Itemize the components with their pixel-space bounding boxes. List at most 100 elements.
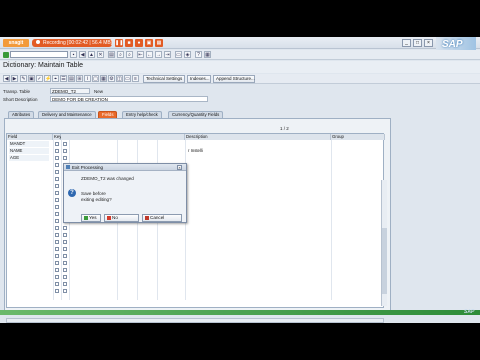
key-checkbox[interactable] [55, 184, 59, 188]
object-list-icon[interactable]: ☰ [60, 75, 67, 82]
grid-horizontal-scrollbar[interactable] [6, 318, 384, 323]
initial-checkbox[interactable] [63, 247, 67, 251]
table-row-field[interactable]: AGE [9, 155, 49, 161]
initial-checkbox[interactable] [63, 289, 67, 293]
key-checkbox[interactable] [55, 226, 59, 230]
initial-checkbox[interactable] [63, 142, 67, 146]
stop-icon[interactable]: ■ [125, 39, 133, 47]
cancel-button[interactable]: Cancel [142, 214, 182, 222]
yes-button[interactable]: Yes [81, 214, 101, 222]
table-row-field[interactable]: NAME [9, 148, 49, 154]
print-icon[interactable]: ▤ [108, 51, 115, 58]
transp-table-field[interactable]: ZDEMO_T2 [50, 88, 90, 94]
check-icon[interactable]: ✓ [36, 75, 43, 82]
initial-checkbox[interactable] [63, 261, 67, 265]
key-checkbox[interactable] [55, 247, 59, 251]
initial-checkbox[interactable] [63, 254, 67, 258]
display-object-icon[interactable]: ▢ [92, 75, 99, 82]
append-structure-button[interactable]: Append Structure... [213, 75, 255, 83]
key-checkbox[interactable] [55, 268, 59, 272]
exit-icon[interactable]: ▲ [88, 51, 95, 58]
key-checkbox[interactable] [55, 156, 59, 160]
mic-icon[interactable]: ● [135, 39, 143, 47]
table-row-field[interactable]: MANDT [9, 141, 49, 147]
tab-fields[interactable]: Fields [98, 111, 118, 118]
cancel-icon[interactable]: ✕ [97, 51, 104, 58]
dialog-close-button[interactable]: × [177, 165, 182, 170]
utilities-icon[interactable]: ⚙ [108, 75, 115, 82]
key-checkbox[interactable] [55, 261, 59, 265]
indexes-button[interactable]: Indexes... [187, 75, 211, 83]
contents-icon[interactable]: ▦ [100, 75, 107, 82]
grid-icon[interactable]: ▦ [155, 39, 163, 47]
info-icon[interactable]: i [84, 75, 91, 82]
tab-entry-help-check[interactable]: Entry help/check [122, 111, 162, 118]
display-change-icon[interactable]: ✎ [20, 75, 27, 82]
other-object-icon[interactable]: ▣ [28, 75, 35, 82]
hierarchy-icon[interactable]: ⊞ [76, 75, 83, 82]
key-checkbox[interactable] [55, 191, 59, 195]
column-header-group[interactable]: Group [331, 134, 385, 140]
key-checkbox[interactable] [55, 282, 59, 286]
activate-icon[interactable]: ⚡ [44, 75, 51, 82]
initial-checkbox[interactable] [63, 149, 67, 153]
column-header-key[interactable]: Key [53, 134, 61, 140]
key-checkbox[interactable] [55, 275, 59, 279]
next-page-icon[interactable]: → [155, 51, 162, 58]
navigation-icon[interactable]: ▤ [68, 75, 75, 82]
close-button[interactable]: × [424, 39, 433, 47]
pause-icon[interactable]: ❚❚ [115, 39, 123, 47]
initial-checkbox[interactable] [63, 275, 67, 279]
initial-checkbox[interactable] [63, 226, 67, 230]
last-page-icon[interactable]: ⇥ [164, 51, 171, 58]
back-icon[interactable]: ◀ [79, 51, 86, 58]
tab-attributes[interactable]: Attributes [8, 111, 35, 118]
forward-arrow-icon[interactable]: ▶ [11, 75, 18, 82]
no-button[interactable]: No [104, 214, 139, 222]
technical-settings-button[interactable]: Technical Settings [143, 75, 185, 83]
key-checkbox[interactable] [55, 240, 59, 244]
column-header-description[interactable]: Description [185, 134, 331, 140]
settings-icon[interactable]: ≡ [132, 75, 139, 82]
new-session-icon[interactable]: ▭ [175, 51, 182, 58]
key-checkbox[interactable] [55, 163, 59, 167]
column-header-field[interactable]: Field [7, 134, 53, 140]
initial-checkbox[interactable] [63, 240, 67, 244]
initial-checkbox[interactable] [63, 156, 67, 160]
scroll-thumb[interactable] [382, 228, 387, 294]
key-checkbox[interactable] [55, 170, 59, 174]
key-checkbox[interactable] [55, 205, 59, 209]
graphic-icon[interactable]: ◫ [116, 75, 123, 82]
find-icon[interactable]: ⌕ [117, 51, 124, 58]
key-checkbox[interactable] [55, 198, 59, 202]
grid-vertical-scrollbar[interactable] [381, 180, 387, 306]
maximize-button[interactable]: □ [413, 39, 422, 47]
initial-checkbox[interactable] [63, 233, 67, 237]
layout-icon[interactable]: ▦ [204, 51, 211, 58]
where-used-icon[interactable]: ⌖ [52, 75, 59, 82]
initial-checkbox[interactable] [63, 268, 67, 272]
tab-currency-quantity[interactable]: Currency/Quantity Fields [168, 111, 224, 118]
short-description-field[interactable]: DEMO FOR DB CREATION [50, 96, 208, 102]
key-checkbox[interactable] [55, 177, 59, 181]
key-checkbox[interactable] [55, 254, 59, 258]
save-icon[interactable]: ▪ [70, 51, 77, 58]
documentation-icon[interactable]: ▭ [124, 75, 131, 82]
help-icon[interactable]: ? [195, 51, 202, 58]
minimize-button[interactable]: _ [402, 39, 411, 47]
shortcut-icon[interactable]: ◈ [184, 51, 191, 58]
tab-delivery-maintenance[interactable]: Delivery and Maintenance [38, 111, 96, 118]
camera-icon[interactable]: ▣ [145, 39, 153, 47]
enter-icon[interactable] [3, 52, 9, 58]
key-checkbox[interactable] [55, 212, 59, 216]
key-checkbox[interactable] [55, 289, 59, 293]
find-next-icon[interactable]: ⌕ [126, 51, 133, 58]
back-arrow-icon[interactable]: ◀ [3, 75, 10, 82]
key-checkbox[interactable] [55, 149, 59, 153]
key-checkbox[interactable] [55, 219, 59, 223]
command-field[interactable] [10, 51, 68, 58]
prev-page-icon[interactable]: ← [146, 51, 153, 58]
key-checkbox[interactable] [55, 142, 59, 146]
initial-checkbox[interactable] [63, 282, 67, 286]
key-checkbox[interactable] [55, 233, 59, 237]
